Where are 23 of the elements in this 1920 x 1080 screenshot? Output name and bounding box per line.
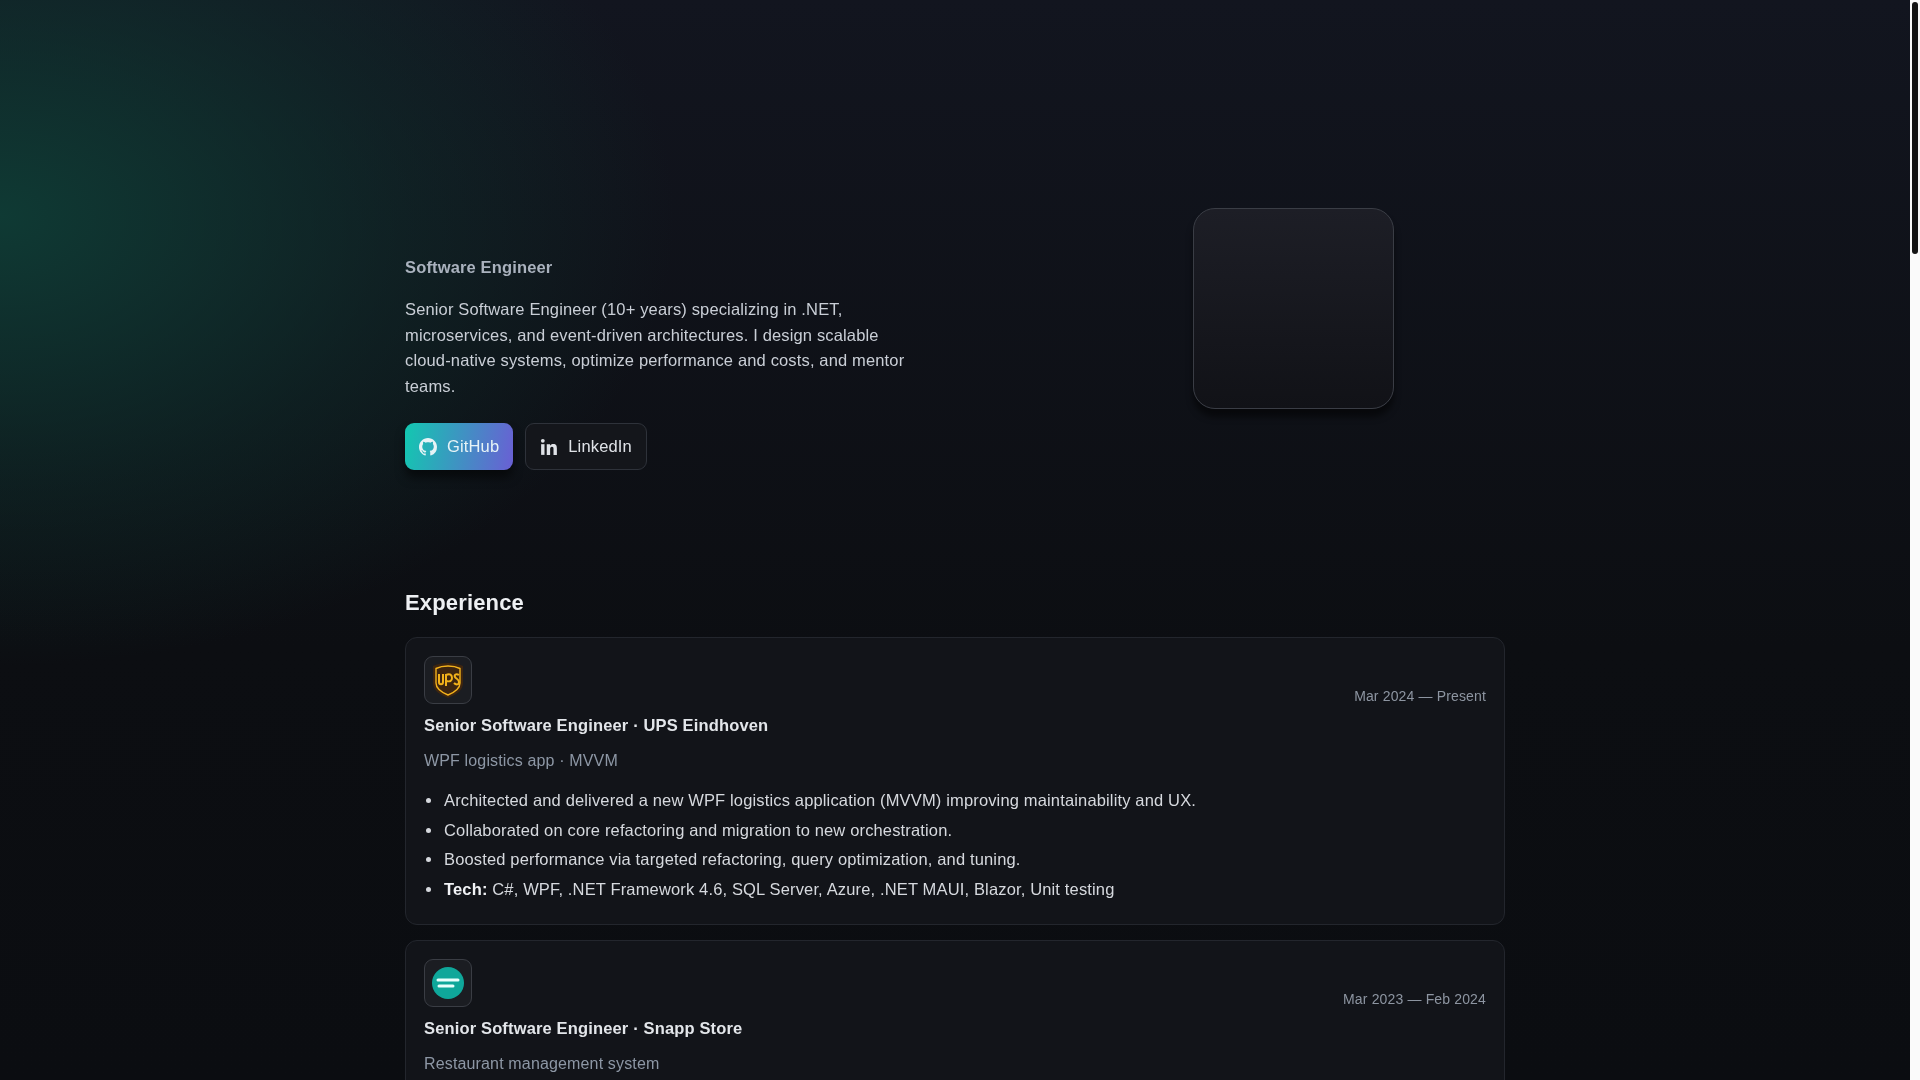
- job-heading: Senior Software Engineer · Snapp Store: [424, 1019, 743, 1038]
- linkedin-icon: [540, 437, 559, 456]
- job-summary: Restaurant management system: [424, 1055, 661, 1073]
- bullet-text: Collaborated on core refactoring and migration to new orchestration.: [444, 820, 953, 840]
- job-heading: Senior Software Engineer · UPS Eindhoven: [424, 716, 769, 735]
- section-heading: Experience: [405, 589, 525, 617]
- job-summary: WPF logistics app · MVVM: [424, 752, 619, 770]
- bullet-text: Tech: C#, WPF, .NET Framework 4.6, SQL Server, Azure, .NET MAUI, Blazor, Unit testing: [444, 879, 1115, 899]
- bullet-icon: [426, 886, 431, 892]
- bio-paragraph: Senior Software Engineer (10+ years) specializing in .NET, microservices, and event-driven architectures. I design scalable cloud-native systems, optimize performance and costs, and mentor teams.: [405, 299, 906, 397]
- date-range: Mar 2024 — Present: [1354, 687, 1486, 704]
- bullet-text: Architected and delivered a new WPF logistics application (MVVM) improving maintainability and UX.: [444, 791, 1197, 811]
- company-logo: [424, 656, 472, 704]
- company-logo: [424, 959, 472, 1007]
- job-title: Software Engineer: [405, 258, 554, 277]
- bullet-icon: [426, 827, 431, 833]
- bullet-text: Boosted performance via targeted refactoring, query optimization, and tuning.: [444, 850, 1021, 870]
- github-icon: [419, 437, 437, 456]
- bullet-icon: [426, 857, 431, 863]
- bullet-icon: [426, 798, 431, 804]
- date-range: Mar 2023 — Feb 2024: [1343, 990, 1486, 1007]
- scrollbar[interactable]: [1910, 0, 1920, 1080]
- linkedin-button[interactable]: LinkedIn: [525, 423, 647, 470]
